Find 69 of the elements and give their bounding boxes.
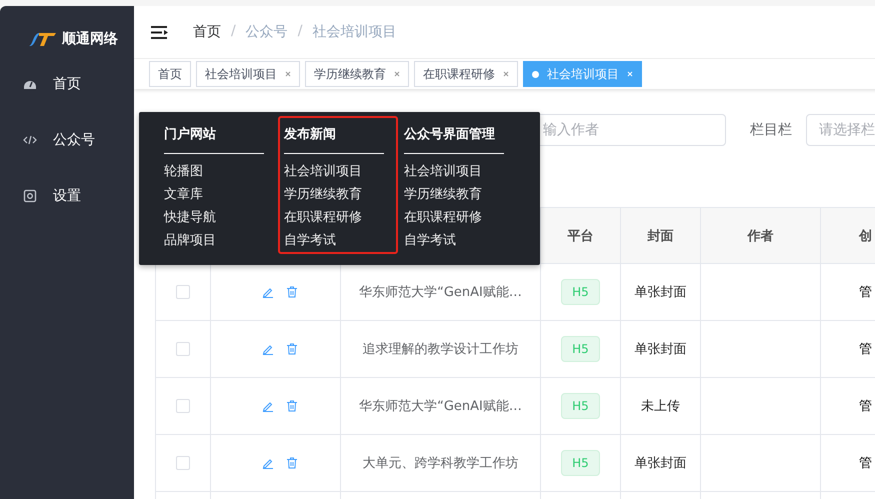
platform-tag: H5	[561, 450, 600, 476]
close-icon[interactable]	[394, 71, 400, 77]
menu-item[interactable]: 品牌项目	[164, 229, 278, 252]
menu-item[interactable]: 学历继续教育	[404, 183, 518, 206]
table-cell: 管	[859, 342, 872, 357]
trash-icon[interactable]	[286, 343, 298, 355]
table-cell: 追求理解的教学设计工作坊	[362, 342, 518, 357]
menu-item[interactable]: 社会培训项目	[284, 160, 398, 183]
table-cell: 单张封面	[634, 342, 686, 357]
tab[interactable]: 在职课程研修	[414, 61, 518, 87]
pencil-icon[interactable]	[262, 286, 274, 298]
table-cell: 管	[859, 285, 872, 300]
trash-icon[interactable]	[286, 457, 298, 469]
pencil-icon[interactable]	[262, 457, 274, 469]
menu-item[interactable]: 社会培训项目	[404, 160, 518, 183]
column-header: 创	[859, 228, 872, 244]
trash-icon[interactable]	[286, 286, 298, 298]
menu-item[interactable]: 自学考试	[284, 229, 398, 252]
filter-label: 栏目栏	[750, 121, 792, 139]
pencil-icon[interactable]	[262, 400, 274, 412]
menu-heading: 门户网站	[164, 125, 264, 154]
menu-item[interactable]: 自学考试	[404, 229, 518, 252]
tab[interactable]: 首页	[149, 61, 191, 87]
table-cell: 单张封面	[634, 285, 686, 300]
menu-item[interactable]: 学历继续教育	[284, 183, 398, 206]
sidebar-item[interactable]: 公众号	[0, 112, 134, 168]
pencil-icon[interactable]	[262, 343, 274, 355]
table-cell: 管	[859, 456, 872, 471]
breadcrumb-item: 公众号	[246, 23, 288, 41]
platform-tag: H5	[561, 393, 600, 419]
column-header: 封面	[648, 228, 674, 244]
trash-icon[interactable]	[286, 400, 298, 412]
sidebar-item[interactable]: 设置	[0, 168, 134, 224]
close-icon[interactable]	[285, 71, 291, 77]
breadcrumb-item[interactable]: 首页	[193, 23, 221, 41]
table-cell: 管	[859, 399, 872, 414]
table-cell: 华东师范大学“GenAI赋能…	[359, 285, 522, 300]
breadcrumb-separator: /	[231, 23, 236, 41]
menu-icon[interactable]	[151, 26, 168, 38]
platform-tag: H5	[561, 336, 600, 362]
row-checkbox[interactable]	[176, 284, 190, 299]
table-cell: 单张封面	[634, 456, 686, 471]
breadcrumb-item: 社会培训项目	[312, 23, 396, 41]
menu-heading: 发布新闻	[284, 125, 384, 154]
row-checkbox[interactable]	[176, 398, 190, 413]
row-checkbox[interactable]	[176, 342, 190, 356]
tab[interactable]: 社会培训项目	[196, 61, 300, 87]
menu-item[interactable]: 轮播图	[164, 160, 278, 183]
sidebar-item[interactable]: 首页	[0, 56, 134, 112]
menu-item[interactable]: 在职课程研修	[284, 206, 398, 229]
column-header: 作者	[748, 228, 774, 244]
breadcrumb-separator: /	[298, 23, 302, 41]
menu-item[interactable]: 文章库	[164, 183, 278, 206]
menu-heading: 公众号界面管理	[404, 125, 504, 154]
platform-tag: H5	[561, 279, 600, 305]
dot-icon	[532, 70, 539, 78]
menu-item[interactable]: 快捷导航	[164, 206, 278, 229]
close-icon[interactable]	[503, 71, 509, 77]
code-icon	[23, 133, 37, 147]
column-header: 平台	[568, 228, 594, 244]
logo-icon	[27, 31, 57, 47]
settings-icon	[23, 189, 37, 203]
row-checkbox[interactable]	[176, 456, 190, 470]
table-cell: 华东师范大学“GenAI赋能…	[359, 399, 522, 414]
logo-text: 顺通网络	[62, 30, 118, 48]
table-cell: 未上传	[641, 399, 680, 414]
menu-item[interactable]: 在职课程研修	[404, 206, 518, 229]
tab[interactable]: 学历继续教育	[305, 61, 409, 87]
table-cell: 大单元、跨学科教学工作坊	[362, 456, 518, 471]
